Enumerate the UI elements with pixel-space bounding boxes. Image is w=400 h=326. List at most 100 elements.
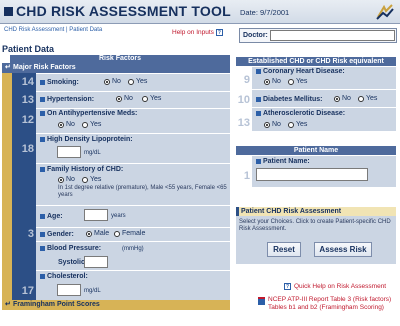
athero-yes-radio[interactable]: Yes — [288, 121, 307, 128]
diabetes-label: Diabetes Mellitus: — [256, 96, 323, 103]
row-number: 3 — [27, 228, 34, 240]
square-bullet-icon — [256, 110, 261, 116]
radio-icon — [334, 95, 340, 102]
cholesterol-unit: mg/dL — [84, 288, 101, 294]
row-number: 17 — [21, 285, 34, 297]
ncep-report-link[interactable]: NCEP ATP-III Report Table 3 (Risk factor… — [258, 296, 398, 312]
square-bullet-icon — [40, 79, 45, 85]
date-value: 9/7/2001 — [260, 8, 290, 17]
age-input[interactable] — [84, 209, 108, 221]
square-bullet-icon — [40, 166, 45, 172]
book-icon — [258, 297, 265, 305]
breadcrumb[interactable]: CHD Risk Assessment | Patient Data — [4, 27, 102, 33]
date-label: Date: — [240, 8, 258, 17]
coronary-label: Coronary Heart Disease: — [256, 68, 345, 75]
framingham-header[interactable]: ↵ Framingham Point Scores — [2, 300, 230, 310]
assessment-instructions: Select your Choices. Click to create Pat… — [239, 219, 391, 232]
blood-pressure-label: Blood Pressure: — [40, 245, 101, 252]
radio-icon — [82, 176, 88, 183]
family-no-radio[interactable]: No — [58, 176, 75, 183]
arrow-icon: ↵ — [5, 64, 11, 71]
row-number: 13 — [237, 117, 250, 129]
antihypertensive-no-radio[interactable]: No — [58, 121, 75, 128]
atherosclerotic-label: Atherosclerotic Disease: — [256, 110, 345, 117]
antihypertensive-yes-radio[interactable]: Yes — [82, 121, 101, 128]
smoking-label: Smoking: — [40, 79, 79, 86]
hdl-unit: mg/dL — [84, 150, 101, 156]
assess-risk-button[interactable]: Assess Risk — [314, 242, 372, 257]
section-title: Patient Data — [2, 44, 55, 54]
coronary-yes-radio[interactable]: Yes — [288, 78, 307, 85]
radio-icon — [82, 121, 88, 128]
radio-icon — [142, 95, 148, 102]
radio-icon — [58, 176, 64, 183]
family-yes-radio[interactable]: Yes — [82, 176, 101, 183]
hdl-input[interactable] — [57, 146, 81, 158]
logo-icon — [376, 4, 394, 20]
risk-factors-header: Risk Factors — [10, 55, 230, 63]
date-display: Date: 9/7/2001 — [240, 8, 289, 17]
gender-female-radio[interactable]: Female — [114, 230, 145, 237]
family-history-note: In 1st degree relative (premature), Male… — [58, 185, 227, 198]
framingham-label: Framingham Point Scores — [13, 301, 100, 308]
square-bullet-icon — [256, 158, 261, 164]
radio-icon — [264, 78, 270, 85]
help-on-inputs-link[interactable]: Help on Inputs ? — [172, 29, 223, 36]
cholesterol-input[interactable] — [57, 284, 81, 296]
antihypertensive-label: On Antihypertensive Meds: — [40, 110, 137, 117]
row-number: 13 — [21, 94, 34, 106]
blood-pressure-unit: (mmHg) — [122, 246, 144, 252]
gender-male-radio[interactable]: Male — [86, 230, 109, 237]
square-bullet-icon — [40, 213, 45, 219]
patient-name-label: Patient Name: — [256, 158, 310, 165]
square-bullet-icon — [40, 96, 45, 102]
radio-icon — [288, 78, 294, 85]
square-bullet-icon — [40, 110, 45, 116]
radio-icon — [264, 121, 270, 128]
square-bullet-icon — [256, 68, 261, 74]
established-header: Established CHD or CHD Risk equivalent — [236, 57, 396, 66]
radio-icon — [358, 95, 364, 102]
square-bullet-icon — [40, 245, 45, 251]
systolic-input[interactable] — [84, 256, 108, 268]
square-bullet-icon — [256, 96, 261, 102]
smoking-no-radio[interactable]: No — [104, 78, 121, 85]
diabetes-yes-radio[interactable]: Yes — [358, 95, 377, 102]
reset-button[interactable]: Reset — [267, 242, 301, 257]
patient-name-input[interactable] — [256, 168, 368, 181]
help-question-icon: ? — [284, 283, 291, 290]
major-risk-label: Major Risk Factors — [13, 64, 76, 71]
square-bullet-icon — [40, 273, 45, 279]
athero-no-radio[interactable]: No — [264, 121, 281, 128]
title-square-icon — [4, 6, 13, 16]
age-row — [36, 205, 230, 227]
hypertension-yes-radio[interactable]: Yes — [142, 95, 161, 102]
row-number: 14 — [21, 76, 34, 88]
hdl-label: High Density Lipoprotein: — [40, 136, 133, 143]
cholesterol-label: Cholesterol: — [40, 273, 88, 280]
coronary-no-radio[interactable]: No — [264, 78, 281, 85]
help-question-icon: ? — [215, 29, 223, 36]
gold-sidebar — [2, 73, 12, 300]
square-bullet-icon — [40, 231, 45, 237]
doctor-label: Doctor: — [243, 32, 268, 39]
row-number: 18 — [21, 143, 34, 155]
app-title-text: CHD RISK ASSESSMENT TOOL — [16, 3, 231, 19]
arrow-icon: ↵ — [5, 301, 11, 308]
radio-icon — [288, 121, 294, 128]
radio-icon — [114, 230, 120, 237]
age-unit: years — [111, 213, 126, 219]
gender-label: Gender: — [40, 231, 74, 238]
quick-help-link[interactable]: ? Quick Help on Risk Assessment — [284, 283, 386, 290]
radio-icon — [86, 230, 92, 237]
major-risk-header: ↵ Major Risk Factors — [2, 63, 230, 73]
age-label: Age: — [40, 213, 63, 220]
radio-icon — [128, 78, 134, 85]
diabetes-no-radio[interactable]: No — [334, 95, 351, 102]
patient-name-header: Patient Name — [236, 146, 396, 155]
smoking-yes-radio[interactable]: Yes — [128, 78, 147, 85]
help-inputs-label: Help on Inputs — [172, 29, 214, 36]
hypertension-no-radio[interactable]: No — [116, 95, 133, 102]
doctor-input[interactable] — [270, 30, 395, 41]
square-bullet-icon — [40, 136, 45, 142]
